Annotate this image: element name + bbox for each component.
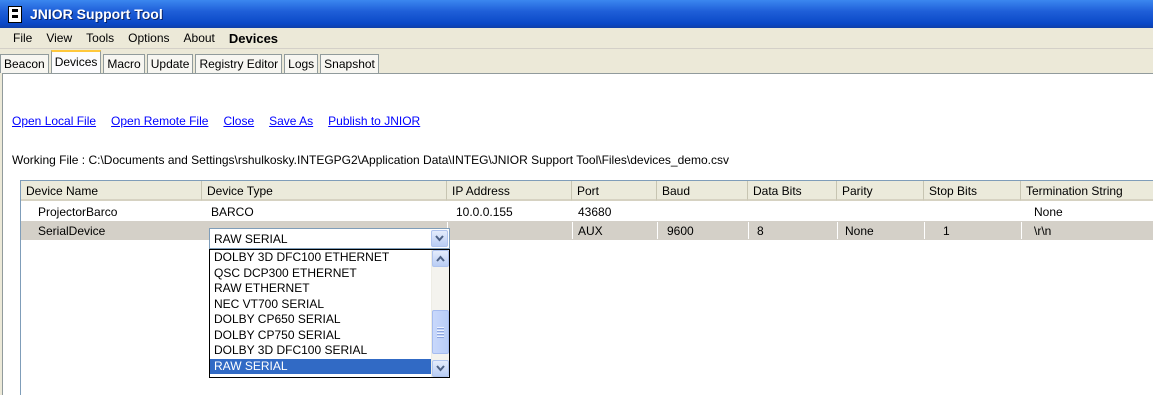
tab-snapshot[interactable]: Snapshot [320, 54, 379, 73]
option-raw-serial[interactable]: RAW SERIAL [210, 358, 449, 374]
row2-termination-string[interactable]: \r\n [1030, 222, 1051, 240]
devices-table: Device Name Device Type IP Address Port … [20, 180, 1153, 395]
device-type-combobox[interactable]: RAW SERIAL [209, 228, 450, 249]
open-local-file-link[interactable]: Open Local File [12, 114, 96, 128]
row1-device-name[interactable]: ProjectorBarco [34, 203, 117, 221]
chevron-down-icon[interactable] [431, 230, 448, 247]
tab-registry-editor[interactable]: Registry Editor [195, 54, 283, 73]
tab-logs[interactable]: Logs [284, 54, 319, 73]
device-type-dropdown-list: DOLBY 3D DFC100 ETHERNET QSC DCP300 ETHE… [209, 249, 450, 378]
row2-stop-bits[interactable]: 1 [939, 222, 950, 240]
option-dolby-cp750-serial[interactable]: DOLBY CP750 SERIAL [210, 328, 449, 344]
chevron-up-icon[interactable] [432, 250, 449, 267]
menu-options[interactable]: Options [121, 31, 176, 45]
column-header-parity[interactable]: Parity [837, 181, 924, 201]
cell-divider [748, 222, 749, 239]
option-dolby-3d-dfc100-serial[interactable]: DOLBY 3D DFC100 SERIAL [210, 343, 449, 359]
menu-file[interactable]: File [6, 31, 39, 45]
row1-ip-address[interactable]: 10.0.0.155 [452, 203, 513, 221]
tab-devices[interactable]: Devices [50, 50, 102, 73]
column-header-baud[interactable]: Baud [657, 181, 748, 201]
column-header-port[interactable]: Port [572, 181, 657, 201]
row1-device-type[interactable]: BARCO [207, 203, 254, 221]
row2-baud[interactable]: 9600 [663, 222, 694, 240]
scrollbar-thumb[interactable] [432, 310, 449, 354]
grip-line [437, 333, 444, 335]
column-header-termination-string[interactable]: Termination String [1021, 181, 1153, 201]
menu-about[interactable]: About [177, 31, 222, 45]
column-header-device-type[interactable]: Device Type [202, 181, 447, 201]
option-dolby-3d-dfc100-ethernet[interactable]: DOLBY 3D DFC100 ETHERNET [210, 250, 449, 266]
device-type-selected-value: RAW SERIAL [214, 232, 288, 246]
option-qsc-dcp300-ethernet[interactable]: QSC DCP300 ETHERNET [210, 266, 449, 282]
chevron-down-icon[interactable] [432, 360, 449, 377]
row2-parity[interactable]: None [841, 222, 874, 240]
column-header-stop-bits[interactable]: Stop Bits [924, 181, 1021, 201]
menu-devices[interactable]: Devices [222, 31, 285, 46]
file-actions: Open Local File Open Remote File Close S… [12, 114, 435, 128]
working-file-label: Working File : C:\Documents and Settings… [12, 153, 729, 167]
tab-beacon[interactable]: Beacon [0, 54, 49, 73]
menu-tools[interactable]: Tools [79, 31, 121, 45]
menu-view[interactable]: View [39, 31, 79, 45]
row2-port[interactable]: AUX [574, 222, 603, 240]
dropdown-scrollbar[interactable] [431, 250, 449, 377]
save-as-link[interactable]: Save As [269, 114, 313, 128]
tab-strip: Beacon Devices Macro Update Registry Edi… [0, 50, 381, 73]
tab-macro[interactable]: Macro [103, 54, 145, 73]
row1-port[interactable]: 43680 [574, 203, 611, 221]
row1-termination-string[interactable]: None [1030, 203, 1063, 221]
row2-device-name[interactable]: SerialDevice [34, 222, 105, 240]
row2-data-bits[interactable]: 8 [753, 222, 764, 240]
grip-line [437, 330, 444, 332]
window-title: JNIOR Support Tool [30, 6, 163, 22]
cell-divider [657, 222, 658, 239]
option-nec-vt700-serial[interactable]: NEC VT700 SERIAL [210, 297, 449, 313]
app-icon [8, 5, 22, 23]
column-header-data-bits[interactable]: Data Bits [748, 181, 837, 201]
menu-bar: File View Tools Options About Devices [0, 28, 1153, 49]
publish-to-jnior-link[interactable]: Publish to JNIOR [328, 114, 420, 128]
column-header-device-name[interactable]: Device Name [21, 181, 202, 201]
option-dolby-cp650-serial[interactable]: DOLBY CP650 SERIAL [210, 312, 449, 328]
tab-update[interactable]: Update [146, 54, 194, 73]
close-link[interactable]: Close [223, 114, 254, 128]
cell-divider [837, 222, 838, 239]
cell-divider [1021, 222, 1022, 239]
grip-line [437, 336, 444, 338]
open-remote-file-link[interactable]: Open Remote File [111, 114, 208, 128]
column-header-ip-address[interactable]: IP Address [447, 181, 572, 201]
cell-divider [572, 222, 573, 239]
grip-line [437, 327, 444, 329]
title-bar[interactable]: JNIOR Support Tool [0, 0, 1153, 28]
cell-divider [924, 222, 925, 239]
option-raw-ethernet[interactable]: RAW ETHERNET [210, 281, 449, 297]
